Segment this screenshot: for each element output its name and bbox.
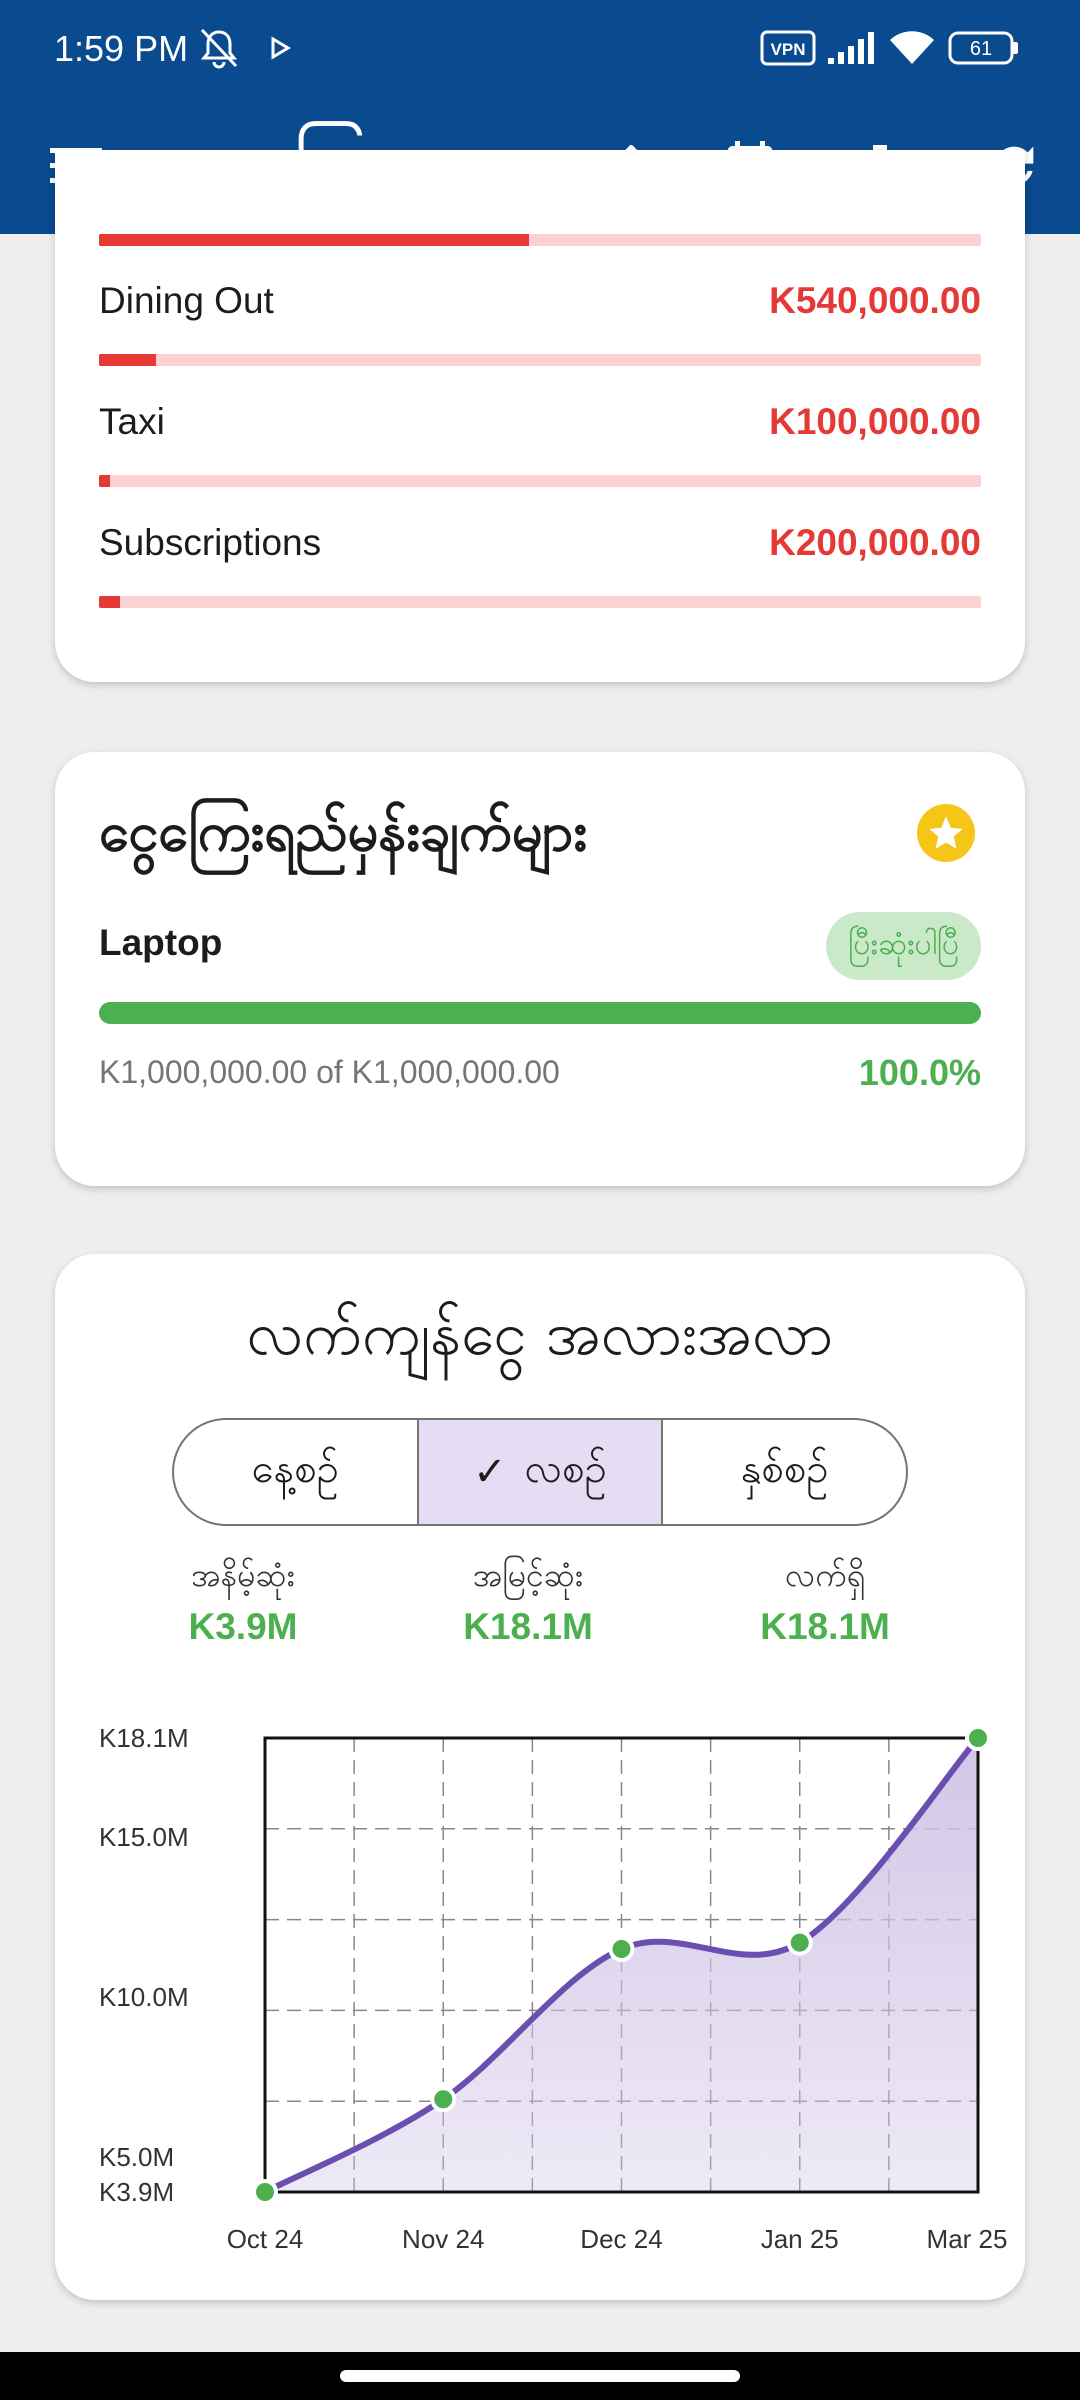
category-progress-bar <box>99 475 981 487</box>
x-tick-label: Dec 24 <box>580 2224 662 2254</box>
data-point <box>786 1929 813 1956</box>
battery-level: 61 <box>970 38 992 60</box>
play-icon <box>268 26 292 70</box>
wifi-icon <box>888 26 936 70</box>
progress-fill <box>99 475 110 487</box>
progress-fill <box>99 596 121 608</box>
vpn-icon: VPN <box>760 26 816 70</box>
goal-progress-bar <box>99 1002 981 1024</box>
category-amount: K540,000.00 <box>769 280 981 321</box>
category-progress-bar <box>99 354 981 366</box>
data-point <box>430 2086 457 2113</box>
home-handle[interactable] <box>340 2370 740 2382</box>
progress-fill <box>99 234 529 246</box>
mute-icon <box>196 26 242 70</box>
progress-bar-top <box>99 234 981 246</box>
vpn-label: VPN <box>771 40 806 59</box>
category-label: Dining Out <box>99 280 274 321</box>
signal-icon <box>826 26 876 70</box>
status-bar: 1:59 PM VPN 61 <box>0 0 1080 96</box>
y-tick-label: K15.0M <box>99 1822 189 1852</box>
goal-progress-fill <box>99 1002 981 1024</box>
x-tick-label: Oct 24 <box>227 2224 304 2254</box>
y-tick-label: K18.1M <box>99 1723 189 1753</box>
x-tick-label: Mar 25 <box>927 2224 1008 2254</box>
budget-card: Dining Out K540,000.00 Taxi K100,000.00 … <box>55 150 1025 682</box>
category-label: Subscriptions <box>99 522 322 563</box>
data-point <box>252 2179 278 2205</box>
balance-line-chart: K18.1M K15.0M K10.0M K5.0M K3.9M Oct 24 Nov 24… <box>99 1723 1008 2254</box>
y-tick-label: K10.0M <box>99 1982 189 2012</box>
goals-title: ငွေကြေးရည်မှန်းချက်များ <box>99 800 588 863</box>
status-time: 1:59 PM <box>54 28 189 69</box>
goals-card: ငွေကြေးရည်မှန်းချက်များ Laptop ပြီးဆုံးပ… <box>55 752 1025 1186</box>
data-point <box>965 1725 991 1751</box>
balance-trend-card: လက်ကျန်ငွေ အလားအလာ နေ့စဉ် ✓ လစဉ် နှစ်စဉ် … <box>55 1254 1025 2300</box>
progress-fill <box>99 354 157 366</box>
system-nav-bar <box>0 2352 1080 2400</box>
category-label: Taxi <box>99 401 165 442</box>
y-tick-label: K5.0M <box>99 2142 174 2172</box>
x-tick-label: Jan 25 <box>761 2224 839 2254</box>
category-amount: K200,000.00 <box>769 522 981 563</box>
category-amount: K100,000.00 <box>769 401 981 442</box>
star-icon[interactable] <box>917 804 975 862</box>
goal-name: Laptop <box>99 922 223 963</box>
category-progress-bar <box>99 596 981 608</box>
x-tick-label: Nov 24 <box>402 2224 484 2254</box>
status-badge: ပြီးဆုံးပါပြီ <box>826 912 981 980</box>
goal-percent: 100.0% <box>858 1052 981 1093</box>
data-point <box>608 1936 635 1963</box>
goal-progress-text: K1,000,000.00 of K1,000,000.00 <box>99 1054 560 1090</box>
y-tick-label: K3.9M <box>99 2177 174 2207</box>
battery-icon: 61 <box>948 26 1020 70</box>
